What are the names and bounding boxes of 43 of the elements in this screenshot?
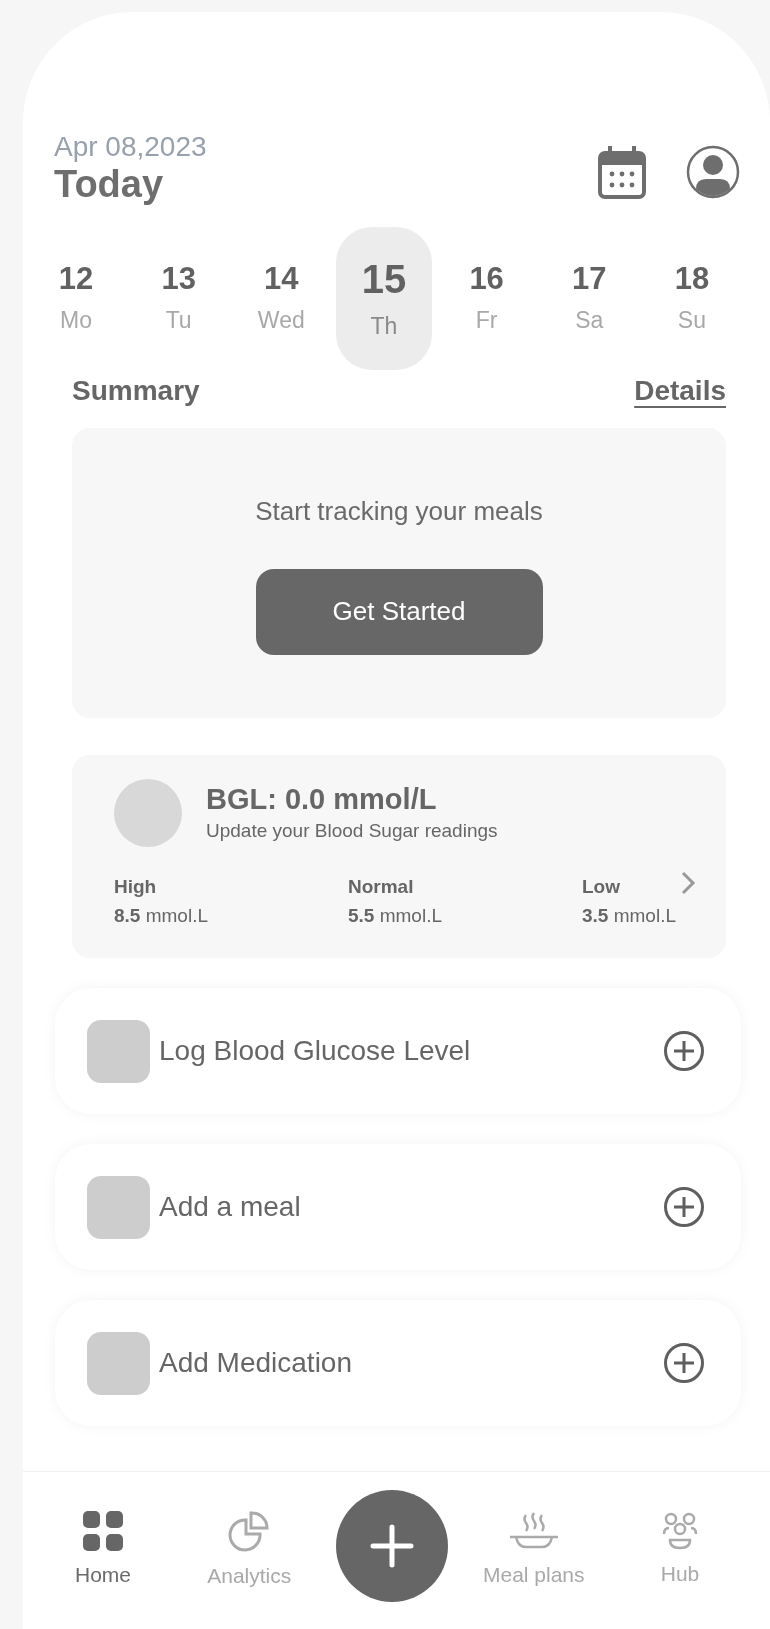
plus-icon	[369, 1523, 414, 1568]
page-title: Today	[54, 163, 165, 206]
grid-icon	[83, 1510, 123, 1551]
chevron-right-icon	[680, 870, 696, 897]
placeholder-icon	[87, 1331, 150, 1395]
day-tab[interactable]: 18 Su	[643, 227, 740, 371]
get-started-button[interactable]: Get Started	[255, 568, 543, 655]
add-circle-icon[interactable]	[663, 1342, 705, 1385]
range-value: 3.5 mmol.L	[582, 903, 677, 928]
day-tab[interactable]: 16 Fr	[438, 227, 535, 371]
add-circle-icon[interactable]	[663, 1030, 705, 1073]
range-label: Normal	[348, 875, 415, 900]
tracking-message: Start tracking your meals	[255, 494, 543, 528]
glucose-reading: BGL: 0.0 mmol/L	[206, 781, 438, 817]
calendar-button[interactable]	[598, 145, 646, 199]
range-label: Low	[582, 875, 621, 900]
action-label: Add Medication	[159, 1346, 353, 1381]
day-tab[interactable]: 14 Wed	[233, 227, 330, 371]
pie-chart-icon	[228, 1509, 271, 1552]
range-value: 5.5 mmol.L	[348, 903, 443, 928]
day-tab[interactable]: 17 Sa	[541, 227, 638, 371]
add-circle-icon[interactable]	[663, 1186, 705, 1229]
profile-button[interactable]	[686, 145, 740, 199]
placeholder-icon	[87, 1019, 150, 1083]
date-text: Apr 08,2023	[54, 130, 207, 164]
nav-tab[interactable]: Home	[43, 1510, 163, 1591]
action-label: Add a meal	[159, 1190, 302, 1225]
day-tab[interactable]: 12 Mo	[28, 227, 124, 371]
section-title: Summary	[72, 374, 200, 409]
day-tab[interactable]: 15 Th	[335, 227, 432, 371]
day-tab[interactable]: 13 Tu	[130, 227, 227, 371]
range-value: 8.5 mmol.L	[114, 903, 209, 928]
placeholder-icon	[87, 1175, 150, 1239]
dish-icon	[507, 1510, 560, 1551]
glucose-card[interactable]: BGL: 0.0 mmol/L Update your Blood Sugar readings High 8.5 mmol.L Normal 5.5 mmol.L Low 3.5 mmol.L	[72, 755, 726, 959]
action-label: Log Blood Glucose Level	[159, 1034, 472, 1069]
action-row[interactable]: Log Blood Glucose Level	[55, 988, 741, 1115]
action-row[interactable]: Add a meal	[55, 1144, 741, 1271]
range-label: High	[114, 875, 158, 900]
people-icon	[662, 1511, 698, 1550]
glucose-hint: Update your Blood Sugar readings	[206, 818, 498, 843]
details-link[interactable]: Details	[634, 370, 726, 413]
action-row[interactable]: Add Medication	[55, 1300, 741, 1427]
